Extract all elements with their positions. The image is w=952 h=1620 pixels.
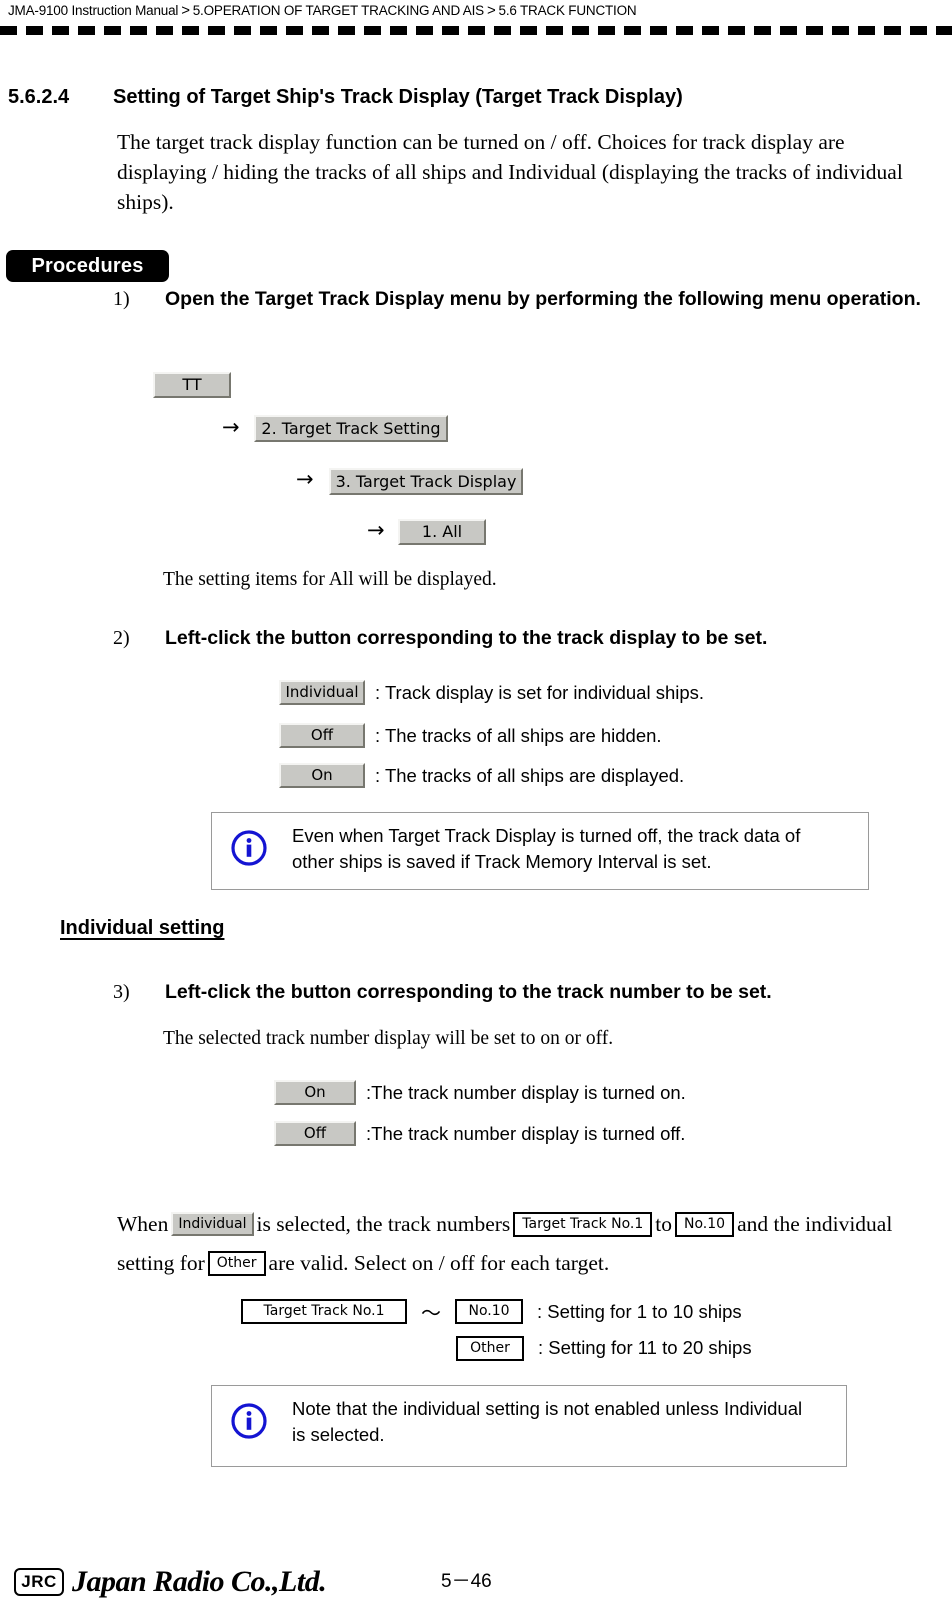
menu-button-target-track-setting[interactable]: 2. Target Track Setting (254, 415, 448, 442)
step-2-text: Left-click the button corresponding to t… (165, 627, 768, 649)
page-number: 5－46 (441, 1571, 492, 1592)
breadcrumb-separator-2: > (486, 2, 496, 19)
button-off[interactable]: Off (279, 723, 365, 748)
choice-description-track-number-off: :The track number display is turned off. (366, 1123, 686, 1144)
company-name: Japan Radio Co.,Ltd. (72, 1565, 327, 1598)
section-number: 5.6.2.4 (8, 86, 70, 108)
note-line-1: Even when Target Track Display is turned… (292, 825, 801, 846)
menu-result-text: The setting items for All will be displa… (163, 569, 497, 590)
note-line-2: other ships is saved if Track Memory Int… (292, 851, 712, 872)
note-line-2: is selected. (292, 1424, 385, 1445)
note-line-1: Note that the individual setting is not … (292, 1398, 803, 1419)
legend-box-target-track-no1[interactable]: Target Track No.1 (241, 1299, 407, 1324)
procedures-badge: Procedures (6, 250, 169, 282)
step-2: 2) Left-click the button corresponding t… (113, 625, 952, 651)
legend-box-no10[interactable]: No.10 (455, 1299, 523, 1324)
choice-description-track-number-on: :The track number display is turned on. (366, 1082, 686, 1103)
info-icon (230, 829, 268, 867)
breadcrumb-section: 5.6 TRACK FUNCTION (498, 3, 637, 18)
step-3: 3) Left-click the button corresponding t… (113, 979, 952, 1005)
when-text-3: to (655, 1212, 672, 1236)
button-track-number-off[interactable]: Off (274, 1121, 356, 1146)
button-individual[interactable]: Individual (279, 680, 365, 705)
section-title: Setting of Target Ship's Track Display (… (113, 86, 683, 108)
menu-button-tt[interactable]: TT (153, 372, 231, 398)
breadcrumb-manual: JMA-9100 Instruction Manual (8, 3, 179, 18)
inline-box-no10[interactable]: No.10 (675, 1211, 735, 1237)
menu-button-target-track-display[interactable]: 3. Target Track Display (329, 468, 523, 495)
step-3-number: 3) (113, 981, 130, 1003)
selected-track-number-text: The selected track number display will b… (163, 1028, 614, 1049)
note-box-track-memory: Even when Target Track Display is turned… (211, 812, 869, 890)
range-tilde: ～ (421, 1301, 441, 1325)
when-individual-paragraph: When Individual is selected, the track num… (117, 1205, 917, 1283)
info-icon (230, 1402, 268, 1440)
jrc-logo: JRC (14, 1568, 64, 1596)
breadcrumb-separator-1: > (181, 2, 190, 19)
page-footer: JRC Japan Radio Co.,Ltd. 5－46 (0, 1565, 952, 1604)
choice-description-off: : The tracks of all ships are hidden. (375, 725, 662, 746)
chain-arrow-1-icon: → (222, 415, 240, 439)
step-1-text: Open the Target Track Display menu by pe… (165, 288, 921, 310)
header-dashed-rule (0, 26, 952, 35)
range-legend-row-2: Other : Setting for 11 to 20 ships (456, 1335, 752, 1363)
inline-box-other[interactable]: Other (207, 1250, 266, 1276)
note-box-individual-setting: Note that the individual setting is not … (211, 1385, 847, 1467)
step-2-number: 2) (113, 627, 130, 649)
step-3-text: Left-click the button corresponding to t… (165, 981, 772, 1003)
intro-paragraph: The target track display function can be… (117, 130, 903, 214)
inline-button-individual[interactable]: Individual (171, 1212, 254, 1237)
chain-arrow-2-icon: → (296, 467, 314, 491)
button-on[interactable]: On (279, 763, 365, 788)
when-text-5: are valid. Select on / off for each targ… (268, 1251, 610, 1275)
note-box-text: Even when Target Track Display is turned… (292, 823, 858, 875)
legend-box-other[interactable]: Other (456, 1335, 524, 1361)
note-box-text: Note that the individual setting is not … (292, 1396, 836, 1448)
breadcrumb: JMA-9100 Instruction Manual >5.OPERATION … (8, 0, 944, 22)
legend-description-1: : Setting for 1 to 10 ships (537, 1300, 742, 1322)
when-text-2: is selected, the track numbers (256, 1212, 511, 1236)
breadcrumb-chapter: 5.OPERATION OF TARGET TRACKING AND AIS (192, 3, 484, 18)
subsection-heading-individual-setting: Individual setting (60, 917, 225, 939)
page-title: 5.6.2.4 Setting of Target Ship's Track Di… (8, 84, 940, 110)
chain-arrow-3-icon: → (367, 518, 385, 542)
when-text-1: When (117, 1212, 169, 1236)
range-legend-row-1: Target Track No.1 ～ No.10 : Setting for 1 t… (241, 1297, 742, 1325)
inline-box-target-track-no1[interactable]: Target Track No.1 (513, 1211, 653, 1237)
menu-button-all[interactable]: 1. All (398, 519, 486, 545)
choice-description-on: : The tracks of all ships are displayed. (375, 765, 685, 786)
step-1: 1) Open the Target Track Display menu by… (113, 286, 933, 312)
choice-description-individual: : Track display is set for individual sh… (375, 682, 705, 703)
button-track-number-on[interactable]: On (274, 1080, 356, 1105)
step-1-number: 1) (113, 288, 130, 310)
legend-description-2: : Setting for 11 to 20 ships (538, 1337, 752, 1358)
